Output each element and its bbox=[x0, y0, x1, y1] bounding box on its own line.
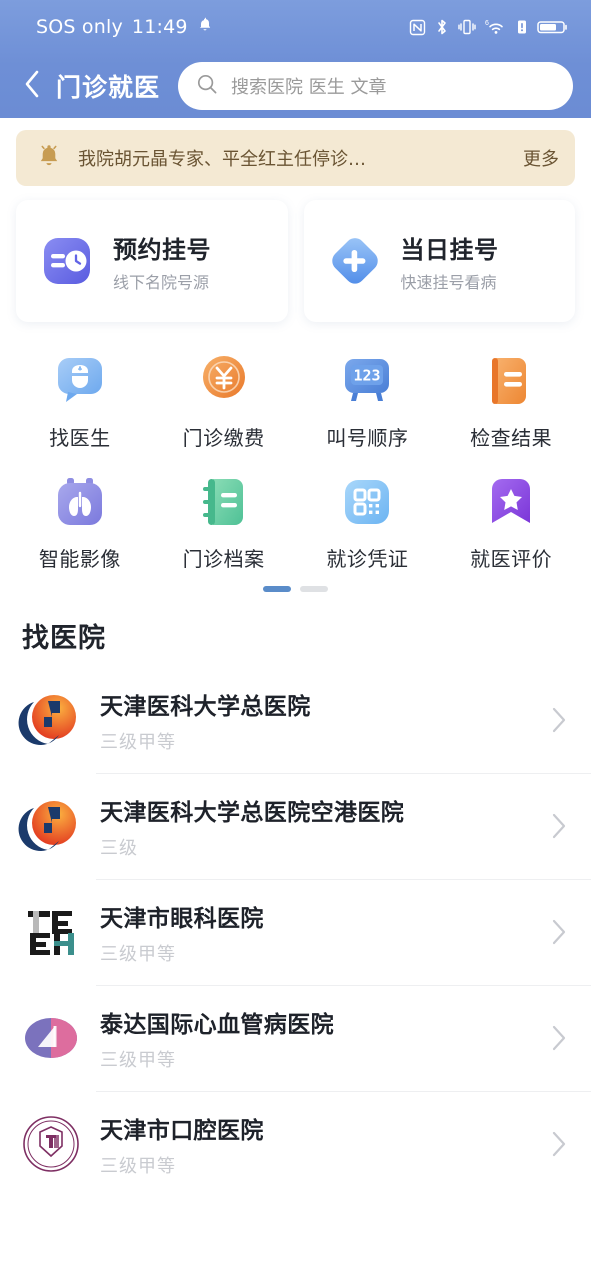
section-title-find-hospital: 找医院 bbox=[22, 623, 106, 654]
pagination-dot[interactable] bbox=[300, 586, 328, 592]
app-header: SOS only 11:49 6 门诊就医 搜索医院 医生 文章 bbox=[0, 0, 591, 118]
bell-icon bbox=[34, 141, 64, 175]
grid-item-queue-order[interactable]: 123 叫号顺序 bbox=[296, 344, 440, 451]
grid-item-smart-imaging[interactable]: 智能影像 bbox=[8, 465, 152, 572]
card-title: 当日挂号 bbox=[400, 235, 499, 264]
chevron-right-icon bbox=[547, 1023, 571, 1053]
doctor-bubble-icon bbox=[49, 350, 111, 412]
grid-item-label: 就医评价 bbox=[470, 547, 553, 571]
battery-icon bbox=[537, 18, 569, 36]
hospital-info: 天津医科大学总医院 三级甲等 bbox=[100, 687, 531, 754]
list-item[interactable]: 天津医科大学总医院 三级甲等 bbox=[0, 667, 591, 773]
report-doc-icon bbox=[480, 350, 542, 412]
tmu-airport-logo bbox=[18, 793, 84, 859]
hospital-level: 三级甲等 bbox=[100, 1049, 176, 1071]
chevron-right-icon bbox=[547, 1129, 571, 1159]
bluetooth-icon bbox=[435, 18, 449, 36]
hospital-name: 天津市口腔医院 bbox=[100, 1117, 264, 1144]
grid-item-find-doctor[interactable]: 找医生 bbox=[8, 344, 152, 451]
grid-item-outpatient-records[interactable]: 门诊档案 bbox=[152, 465, 296, 572]
svg-text:123: 123 bbox=[354, 367, 381, 385]
teh-eye-logo bbox=[18, 899, 84, 965]
grid-item-visit-rating[interactable]: 就医评价 bbox=[439, 465, 583, 572]
card-subtitle: 线下名院号源 bbox=[113, 272, 210, 292]
hospital-name: 天津市眼科医院 bbox=[100, 905, 264, 932]
hospital-info: 天津市口腔医院 三级甲等 bbox=[100, 1111, 531, 1178]
chevron-right-icon bbox=[547, 705, 571, 735]
notice-text: 我院胡元晶专家、平全红主任停诊… bbox=[78, 149, 366, 170]
hospital-level: 三级甲等 bbox=[100, 1155, 176, 1177]
grid-item-exam-results[interactable]: 检查结果 bbox=[439, 344, 583, 451]
list-item[interactable]: 天津医科大学总医院空港医院 三级 bbox=[0, 773, 591, 879]
notice-banner[interactable]: 我院胡元晶专家、平全红主任停诊… 更多 bbox=[16, 130, 575, 186]
star-ribbon-icon bbox=[480, 471, 542, 533]
card-appointment-texts: 预约挂号 线下名院号源 bbox=[113, 230, 211, 293]
chevron-right-icon bbox=[547, 811, 571, 841]
grid-item-outpatient-payment[interactable]: 门诊缴费 bbox=[152, 344, 296, 451]
status-bar-right: 6 bbox=[409, 18, 569, 36]
grid-item-label: 门诊档案 bbox=[182, 547, 265, 571]
hospital-level: 三级甲等 bbox=[100, 943, 176, 965]
grid-item-label: 检查结果 bbox=[470, 426, 553, 450]
card-title: 预约挂号 bbox=[113, 235, 211, 264]
queue-number-icon: 123 bbox=[336, 350, 398, 412]
clock-label: 11:49 bbox=[131, 16, 188, 38]
signal-alert-icon bbox=[516, 18, 528, 36]
hospital-info: 泰达国际心血管病医院 三级甲等 bbox=[100, 1005, 531, 1072]
list-item[interactable]: 天津市眼科医院 三级甲等 bbox=[0, 879, 591, 985]
search-icon bbox=[196, 73, 218, 99]
vibrate-icon bbox=[458, 18, 476, 36]
diamond-plus-icon bbox=[324, 230, 386, 292]
yuan-coin-icon bbox=[193, 350, 255, 412]
card-subtitle: 快速挂号看病 bbox=[400, 272, 497, 292]
search-bar[interactable]: 搜索医院 医生 文章 bbox=[178, 62, 573, 110]
hospital-level: 三级 bbox=[100, 837, 138, 859]
status-bar: SOS only 11:49 6 bbox=[0, 0, 591, 54]
grid-item-label: 智能影像 bbox=[38, 547, 121, 571]
hospital-name: 泰达国际心血管病医院 bbox=[100, 1011, 334, 1038]
notice-section: 我院胡元晶专家、平全红主任停诊… 更多 bbox=[0, 118, 591, 186]
grid-item-visit-credential[interactable]: 就诊凭证 bbox=[296, 465, 440, 572]
back-button[interactable] bbox=[14, 66, 50, 106]
tmu-general-logo bbox=[18, 687, 84, 753]
card-appointment-registration[interactable]: 预约挂号 线下名院号源 bbox=[16, 200, 288, 322]
hospital-info: 天津医科大学总医院空港医院 三级 bbox=[100, 793, 531, 860]
service-grid: 找医生 门诊缴费 123 叫号顺序 检查结果 智能影像 门诊档案 就诊凭证 就医… bbox=[0, 322, 591, 572]
hospital-list: 天津医科大学总医院 三级甲等 天津医科大学总医院空港医院 三级 天津市眼科医院 … bbox=[0, 655, 591, 1197]
qr-code-icon bbox=[336, 471, 398, 533]
page-title: 门诊就医 bbox=[56, 73, 161, 102]
nfc-icon bbox=[409, 19, 426, 36]
hospital-level: 三级甲等 bbox=[100, 731, 176, 753]
grid-item-label: 找医生 bbox=[49, 426, 111, 450]
teda-heart-logo bbox=[18, 1005, 84, 1071]
status-bar-left: SOS only 11:49 bbox=[36, 16, 213, 38]
list-item[interactable]: 天津市口腔医院 三级甲等 bbox=[0, 1091, 591, 1197]
svg-text:6: 6 bbox=[485, 20, 489, 27]
hospital-name: 天津医科大学总医院 bbox=[100, 693, 311, 720]
navigation-bar: 门诊就医 搜索医院 医生 文章 bbox=[0, 54, 591, 118]
chevron-left-icon bbox=[22, 68, 42, 104]
card-sameday-registration[interactable]: 当日挂号 快速挂号看病 bbox=[303, 200, 575, 322]
grid-item-label: 门诊缴费 bbox=[182, 426, 265, 450]
card-sameday-texts: 当日挂号 快速挂号看病 bbox=[401, 230, 499, 293]
wifi-6-icon: 6 bbox=[485, 18, 507, 36]
quick-action-cards: 预约挂号 线下名院号源 当日挂号 快速挂号看病 bbox=[0, 186, 591, 322]
green-notebook-icon bbox=[193, 471, 255, 533]
search-input-placeholder: 搜索医院 医生 文章 bbox=[231, 77, 387, 98]
calendar-clock-icon bbox=[36, 230, 98, 292]
carrier-label: SOS only bbox=[36, 16, 123, 38]
list-item[interactable]: 泰达国际心血管病医院 三级甲等 bbox=[0, 985, 591, 1091]
notice-more-link[interactable]: 更多 bbox=[523, 145, 559, 171]
hospital-name: 天津医科大学总医院空港医院 bbox=[100, 799, 405, 826]
stomatology-logo bbox=[18, 1111, 84, 1177]
lungs-scan-icon bbox=[49, 471, 111, 533]
pagination-dot-active[interactable] bbox=[263, 586, 291, 592]
grid-item-label: 叫号顺序 bbox=[326, 426, 409, 450]
grid-item-label: 就诊凭证 bbox=[326, 547, 409, 571]
hospital-info: 天津市眼科医院 三级甲等 bbox=[100, 899, 531, 966]
chevron-right-icon bbox=[547, 917, 571, 947]
bell-icon bbox=[197, 16, 213, 38]
